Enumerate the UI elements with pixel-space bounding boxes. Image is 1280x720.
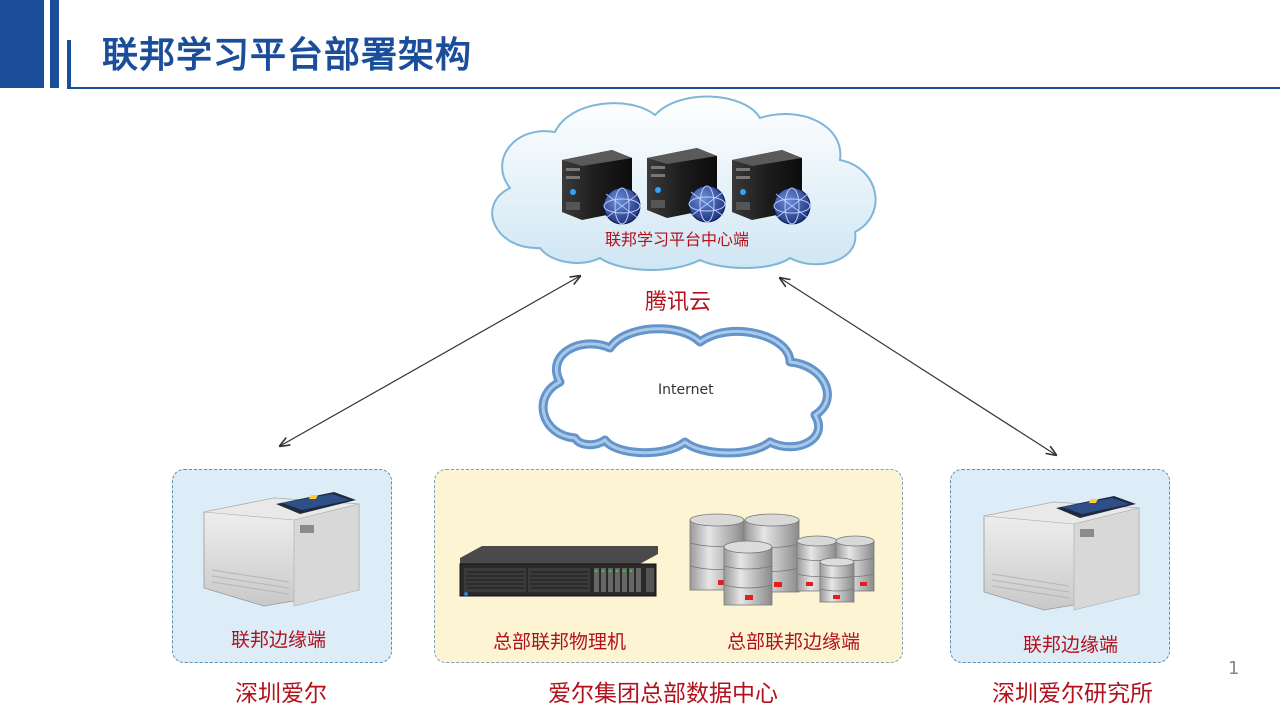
hq-physical-label: 总部联邦物理机 — [493, 631, 627, 653]
cloud-provider-label: 腾讯云 — [645, 290, 712, 315]
page-number: 1 — [1228, 658, 1240, 679]
left-edge-device — [203, 492, 360, 607]
left-link-arrow — [280, 276, 580, 446]
right-edge-label: 联邦边缘端 — [1023, 634, 1119, 656]
internet-label: Internet — [658, 382, 714, 398]
storage-cluster — [689, 513, 875, 606]
cloud-center-label: 联邦学习平台中心端 — [605, 230, 750, 249]
cloud-server-3 — [732, 150, 811, 225]
right-edge-device — [983, 496, 1140, 611]
left-edge-label: 联邦边缘端 — [231, 629, 327, 651]
rack-server — [459, 546, 658, 597]
hq-site-label: 爱尔集团总部数据中心 — [548, 681, 778, 707]
cloud-server-1 — [562, 150, 641, 225]
diagram-graphics — [203, 95, 1140, 611]
right-site-label: 深圳爱尔研究所 — [992, 681, 1153, 707]
hq-edge-label: 总部联邦边缘端 — [727, 631, 861, 653]
left-site-label: 深圳爱尔 — [235, 681, 327, 707]
cloud-server-2 — [647, 148, 726, 223]
